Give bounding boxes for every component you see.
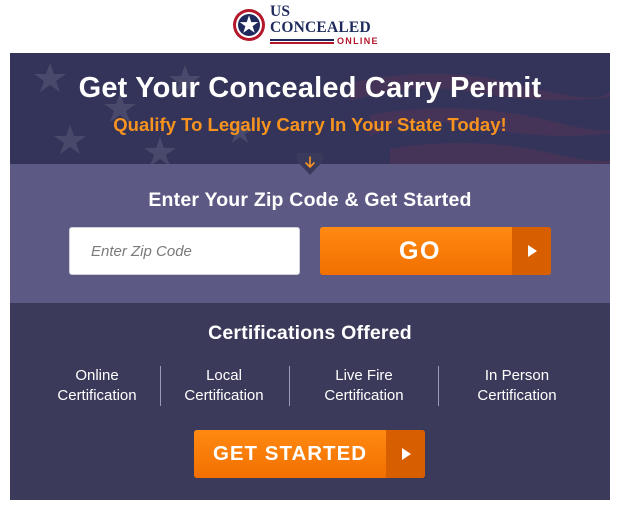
cert-divider (438, 366, 439, 406)
cert-item-line2: Certification (184, 387, 264, 404)
cert-item-line2: Certification (324, 387, 404, 404)
get-started-button[interactable]: GET STARTED (194, 430, 425, 478)
cert-item-line2: Certification (57, 387, 137, 404)
get-started-label: GET STARTED (194, 430, 386, 478)
play-arrow-icon (512, 227, 551, 275)
zip-code-input[interactable] (69, 227, 300, 275)
hero-title: Get Your Concealed Carry Permit (78, 72, 542, 104)
cert-item-online: Online Certification (38, 366, 156, 406)
star-badge-icon (233, 9, 265, 41)
us-flag-background-icon (10, 53, 610, 164)
go-button[interactable]: GO (320, 227, 551, 275)
cert-divider (289, 366, 290, 406)
hero-subtitle: Qualify To Legally Carry In Your State T… (113, 114, 507, 135)
zip-heading: Enter Your Zip Code & Get Started (148, 189, 472, 211)
hero-banner: Get Your Concealed Carry Permit Qualify … (10, 53, 610, 164)
cert-divider (160, 366, 161, 406)
down-arrow-icon (297, 153, 323, 175)
cert-item-line1: In Person (484, 367, 550, 384)
cert-item-in-person: In Person Certification (450, 366, 584, 406)
zip-section: Enter Your Zip Code & Get Started GO (10, 164, 610, 303)
site-logo[interactable]: US CONCEALED ONLINE (232, 4, 392, 46)
logo-wordmark: US CONCEALED ONLINE (270, 4, 392, 46)
certifications-section: Certifications Offered Online Certificat… (10, 303, 610, 500)
cert-item-line1: Online (75, 367, 119, 384)
cert-item-line2: Certification (477, 387, 557, 404)
cert-item-local: Local Certification (168, 366, 280, 406)
play-arrow-icon (386, 430, 425, 478)
logo-rule: ONLINE (270, 37, 392, 46)
permit-card: Get Your Concealed Carry Permit Qualify … (10, 53, 610, 500)
logo-sub-text: ONLINE (337, 36, 379, 46)
go-button-label: GO (320, 227, 512, 275)
cert-item-line1: Local (206, 367, 242, 384)
logo-lines (270, 39, 334, 44)
cert-item-line1: Live Fire (335, 367, 393, 384)
logo-main-text: US CONCEALED (270, 3, 371, 36)
certification-list: Online Certification Local Certification… (10, 366, 610, 406)
cert-item-live-fire: Live Fire Certification (298, 366, 430, 406)
certifications-heading: Certifications Offered (208, 322, 412, 344)
